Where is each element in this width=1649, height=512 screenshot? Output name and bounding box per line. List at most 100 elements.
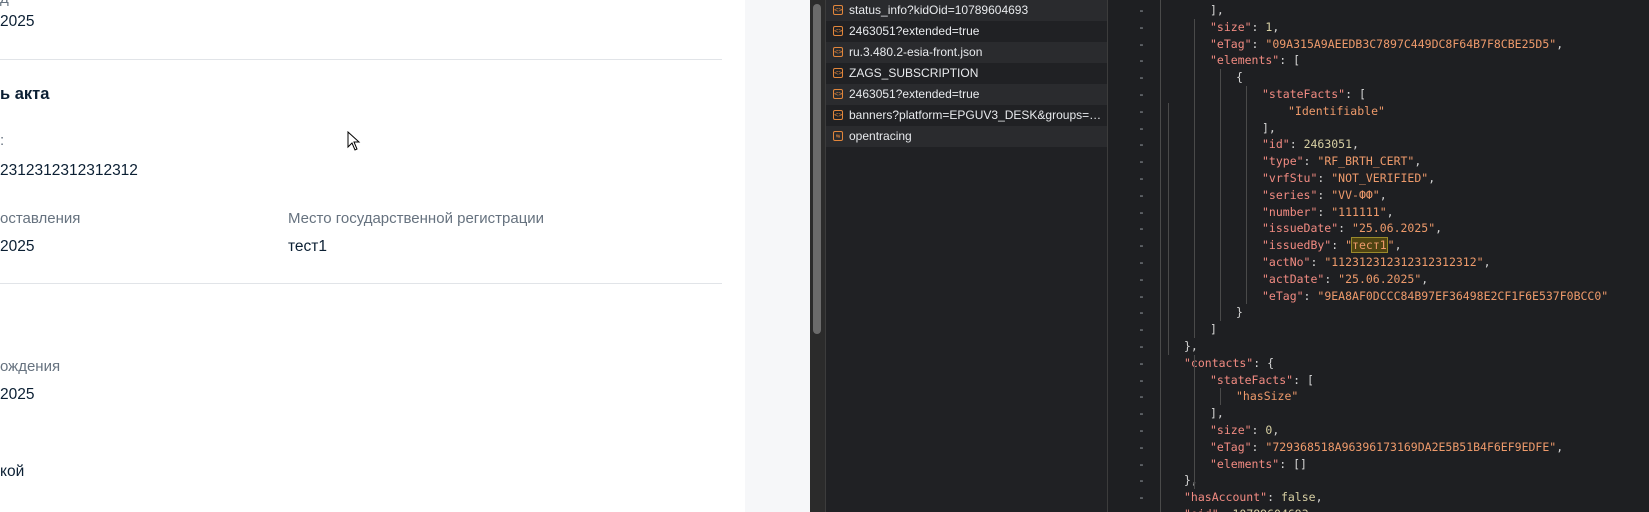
json-key: "elements" xyxy=(1210,53,1280,68)
json-token: "VV-ФФ" xyxy=(1331,187,1380,202)
code-icon: <> xyxy=(833,5,843,15)
diff-marker: - xyxy=(1138,154,1145,169)
network-request-row[interactable]: <> ZAGS_SUBSCRIPTION xyxy=(826,63,1107,84)
json-key: "series" xyxy=(1262,187,1318,202)
json-line: "elements": [ xyxy=(1210,52,1300,69)
page-background xyxy=(745,0,810,512)
json-key: "size" xyxy=(1210,19,1252,34)
json-token: : xyxy=(1251,36,1266,51)
diff-marker: - xyxy=(1138,473,1145,488)
birth-date-label: ождения xyxy=(0,358,61,375)
indent-guide xyxy=(1246,86,1247,305)
json-token: , xyxy=(1352,137,1359,152)
divider xyxy=(0,59,722,60)
diff-marker: - xyxy=(1138,322,1145,337)
network-request-row[interactable]: ⇆ opentracing xyxy=(826,126,1107,147)
diff-marker: - xyxy=(1138,271,1145,286)
json-key: "stateFacts" xyxy=(1262,87,1346,101)
code-icon: <> xyxy=(833,110,843,120)
diff-marker: - xyxy=(1138,339,1145,353)
field-label-top: д xyxy=(0,0,9,7)
json-line: "actNo": "112312312312312312312", xyxy=(1262,254,1491,271)
json-line: "size": 0, xyxy=(1210,422,1279,439)
network-request-row[interactable]: <> ru.3.480.2-esia-front.json xyxy=(826,42,1107,63)
diff-marker: - xyxy=(1138,3,1145,17)
json-key: "stateFacts" xyxy=(1210,372,1294,387)
json-key: "oid" xyxy=(1184,507,1219,512)
indent-guide xyxy=(1220,388,1221,406)
json-key: "vrfStu" xyxy=(1262,171,1318,185)
json-token: : [ xyxy=(1279,53,1301,68)
diff-marker: - xyxy=(1138,87,1145,101)
json-token: : xyxy=(1317,187,1332,202)
search-highlight: тест1 xyxy=(1351,237,1388,254)
diff-marker: - xyxy=(1138,221,1145,236)
json-token: : [] xyxy=(1279,456,1307,471)
json-line: } xyxy=(1236,304,1243,321)
json-token: : xyxy=(1317,204,1332,219)
network-request-row[interactable]: <> banners?platform=EPGUV3_DESK&groups=b_… xyxy=(826,105,1107,126)
diff-marker: - xyxy=(1138,204,1145,219)
top-date-value: 2025 xyxy=(0,13,35,30)
json-line: "size": 1, xyxy=(1210,19,1279,36)
json-token: , xyxy=(1315,490,1323,505)
diff-marker: - xyxy=(1138,372,1145,387)
diff-marker: - xyxy=(1138,137,1145,152)
json-token: ], xyxy=(1210,406,1224,421)
diff-marker: - xyxy=(1138,288,1145,303)
scrollbar-thumb[interactable] xyxy=(813,4,821,334)
network-request-row[interactable]: <> status_info?kidOid=10789604693 xyxy=(826,0,1107,21)
scrollbar[interactable] xyxy=(810,0,826,512)
json-token: : xyxy=(1251,423,1266,437)
json-token: "Identifiable" xyxy=(1288,103,1385,118)
json-key: "actDate" xyxy=(1262,271,1325,286)
json-line: "eTag": "09A315A9AEEDB3C7897C449DC8F64B7… xyxy=(1210,36,1563,53)
code-icon: <> xyxy=(833,47,843,57)
json-token: : xyxy=(1289,137,1304,152)
json-token: , xyxy=(1414,154,1422,169)
json-key: "actNo" xyxy=(1262,255,1311,269)
date-issue-label: оставления xyxy=(0,210,81,227)
diff-marker: - xyxy=(1138,490,1145,505)
json-line: "issuedBy": "тест1", xyxy=(1262,237,1402,254)
network-request-name: 2463051?extended=true xyxy=(849,87,980,101)
network-request-row[interactable]: <> 2463051?extended=true xyxy=(826,21,1107,42)
json-token: "NOT_VERIFIED" xyxy=(1331,171,1429,185)
json-token: , xyxy=(1556,439,1564,454)
json-token: }, xyxy=(1184,339,1198,353)
divider xyxy=(0,283,722,284)
gutter-line xyxy=(1160,0,1161,512)
json-token: , xyxy=(1379,187,1387,202)
indent-guide xyxy=(1220,69,1221,322)
network-request-name: opentracing xyxy=(849,129,912,143)
json-token: 10789604693 xyxy=(1232,507,1308,512)
json-token: : xyxy=(1331,238,1346,253)
json-token: " xyxy=(1345,238,1353,253)
diff-marker: - xyxy=(1138,19,1145,34)
json-key: "number" xyxy=(1262,204,1318,219)
json-token: , xyxy=(1428,171,1436,185)
diff-marker: - xyxy=(1138,187,1145,202)
json-token: 2463051 xyxy=(1303,137,1353,152)
json-token: }, xyxy=(1184,473,1198,488)
json-line: "number": "111111", xyxy=(1262,204,1394,221)
json-token: : xyxy=(1219,507,1233,512)
json-token: , xyxy=(1421,271,1429,286)
json-token: , xyxy=(1386,204,1394,219)
json-token: : xyxy=(1251,19,1266,34)
json-token: "25.06.2025" xyxy=(1338,271,1422,286)
json-key: "eTag" xyxy=(1210,439,1252,454)
json-line: ], xyxy=(1210,405,1224,422)
diff-marker: - xyxy=(1138,171,1145,185)
diff-marker: - xyxy=(1138,439,1145,454)
network-request-row[interactable]: <> 2463051?extended=true xyxy=(826,84,1107,105)
json-token: : xyxy=(1338,221,1353,236)
json-token: "9EA8AF0DCCC84B97EF36498E2CF1F6E537F0BCC… xyxy=(1317,288,1609,303)
network-request-name: ZAGS_SUBSCRIPTION xyxy=(849,66,979,80)
bottom-value: кой xyxy=(0,463,25,480)
json-key: "elements" xyxy=(1210,456,1280,471)
json-token: ] xyxy=(1210,322,1217,337)
websocket-icon: ⇆ xyxy=(833,131,843,141)
mouse-cursor-icon xyxy=(347,131,361,151)
json-token: "112312312312312312312" xyxy=(1324,255,1484,269)
